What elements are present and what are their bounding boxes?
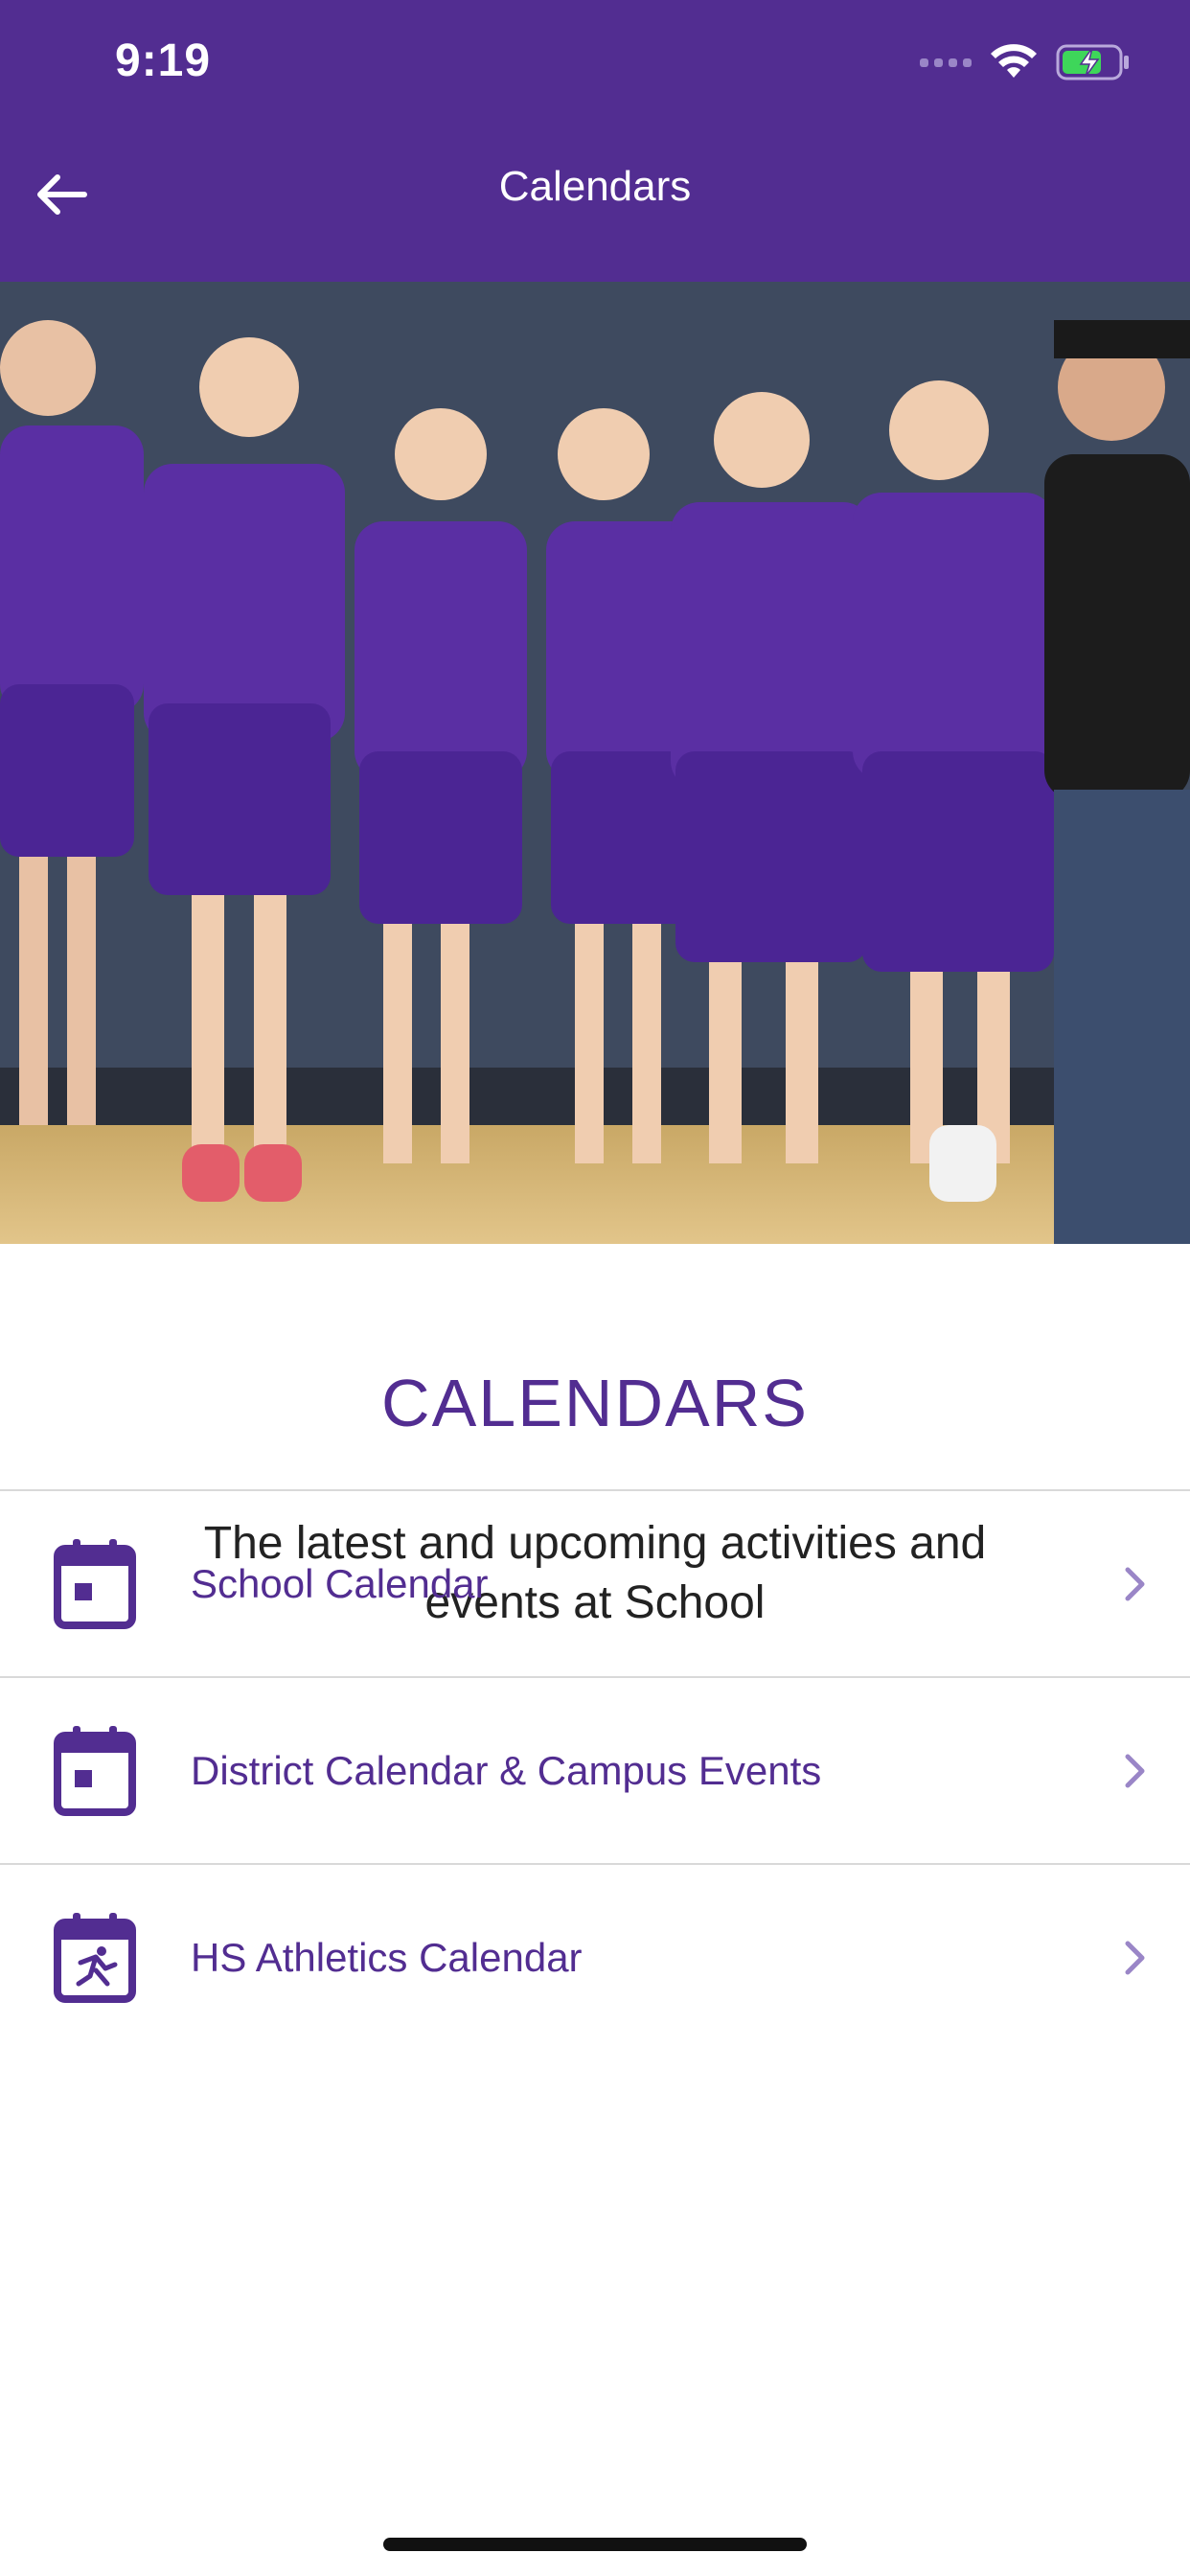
cellular-signal-icon: [920, 58, 972, 67]
chevron-right-icon: [1125, 1754, 1145, 1787]
chevron-right-icon: [1125, 1941, 1145, 1974]
status-time: 9:19: [115, 35, 212, 86]
hero-image: [0, 282, 1190, 1244]
battery-charging-icon: [1056, 44, 1129, 80]
home-indicator: [383, 2538, 807, 2551]
wifi-icon: [991, 44, 1037, 78]
team-photo: [0, 282, 1190, 1244]
section-title: CALENDARS: [381, 1366, 809, 1440]
calendar-label: District Calendar & Campus Events: [191, 1747, 822, 1793]
page-title: Calendars: [498, 163, 692, 210]
calendar-label: HS Athletics Calendar: [191, 1934, 583, 1980]
calendar-row-district[interactable]: District Calendar & Campus Events: [0, 1678, 1190, 1863]
app-header: 9:19 Calendars: [0, 0, 1190, 282]
athletics-calendar-icon: [54, 1912, 136, 2003]
status-indicators: [920, 42, 1133, 82]
calendar-label: School Calendar: [191, 1560, 489, 1606]
calendar-icon: [54, 1725, 136, 1816]
calendar-icon: [54, 1538, 136, 1629]
chevron-right-icon: [1125, 1567, 1145, 1600]
calendar-row-athletics[interactable]: HS Athletics Calendar: [0, 1865, 1190, 2050]
